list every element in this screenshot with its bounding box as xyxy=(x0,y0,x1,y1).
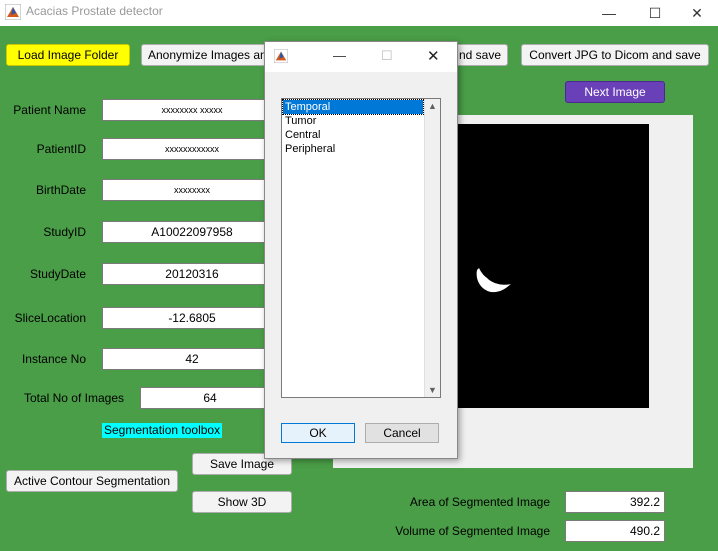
list-item[interactable]: Central xyxy=(283,128,423,142)
scroll-down-icon[interactable]: ▼ xyxy=(428,385,437,395)
maximize-button[interactable]: ☐ xyxy=(632,0,678,26)
form-label: Instance No xyxy=(21,352,86,366)
next-image-button[interactable]: Next Image xyxy=(565,81,665,103)
dialog-minimize-icon[interactable]: — xyxy=(333,48,346,63)
dialog-maximize-icon: ☐ xyxy=(381,48,393,63)
form-label: StudyDate xyxy=(29,267,86,281)
volume-label: Volume of Segmented Image xyxy=(395,524,550,538)
form-label: PatientID xyxy=(36,142,86,156)
ok-button[interactable]: OK xyxy=(281,423,355,443)
instance-no-field[interactable]: 42 xyxy=(102,348,282,370)
form-label: StudyID xyxy=(43,225,86,239)
scroll-up-icon[interactable]: ▲ xyxy=(428,101,437,111)
active-contour-button[interactable]: Active Contour Segmentation xyxy=(6,470,178,492)
form-label: Patient Name xyxy=(13,103,86,117)
minimize-icon: — xyxy=(602,5,616,21)
load-image-folder-button[interactable]: Load Image Folder xyxy=(6,44,130,66)
patient-id-field[interactable]: xxxxxxxxxxxx xyxy=(102,138,282,160)
list-item[interactable]: Tumor xyxy=(283,114,423,128)
form-label: SliceLocation xyxy=(14,311,86,325)
window-title: Acacias Prostate detector xyxy=(26,4,163,18)
area-value-field[interactable]: 392.2 xyxy=(565,491,665,513)
convert-jpg-dicom-button[interactable]: Convert JPG to Dicom and save xyxy=(521,44,709,66)
show-3d-button[interactable]: Show 3D xyxy=(192,491,292,513)
segmentation-mask xyxy=(476,268,511,293)
maximize-icon: ☐ xyxy=(648,4,662,21)
list-item[interactable]: Peripheral xyxy=(283,142,423,156)
patient-name-field[interactable]: xxxxxxxx xxxxx xyxy=(102,99,282,121)
study-date-field[interactable]: 20120316 xyxy=(102,263,282,285)
anonymize-button[interactable]: Anonymize Images an xyxy=(141,44,281,66)
region-select-dialog: — ☐ ✕ Temporal Tumor Central Peripheral … xyxy=(264,41,458,459)
dialog-title-bar: — ☐ ✕ xyxy=(265,42,457,72)
cancel-button[interactable]: Cancel xyxy=(365,423,439,443)
region-listbox[interactable]: Temporal Tumor Central Peripheral ▲ ▼ xyxy=(281,98,441,398)
list-item[interactable]: Temporal xyxy=(282,99,424,115)
form-label: BirthDate xyxy=(35,183,86,197)
area-label: Area of Segmented Image xyxy=(409,495,550,509)
dialog-app-icon xyxy=(273,48,289,66)
close-icon: ✕ xyxy=(691,4,703,21)
birth-date-field[interactable]: xxxxxxxx xyxy=(102,179,282,201)
close-button[interactable]: ✕ xyxy=(676,0,718,26)
listbox-scrollbar[interactable]: ▲ ▼ xyxy=(424,99,440,397)
slice-location-field[interactable]: -12.6805 xyxy=(102,307,282,329)
form-label: Total No of Images xyxy=(23,391,124,405)
title-bar: Acacias Prostate detector — ☐ ✕ xyxy=(0,0,718,26)
segmentation-toolbox-label: Segmentation toolbox xyxy=(102,423,223,438)
total-images-field[interactable]: 64 xyxy=(140,387,280,409)
segmented-image xyxy=(435,124,649,408)
minimize-button[interactable]: — xyxy=(586,0,632,26)
dialog-close-icon[interactable]: ✕ xyxy=(427,47,440,65)
volume-value-field[interactable]: 490.2 xyxy=(565,520,665,542)
app-icon xyxy=(4,3,22,23)
study-id-field[interactable]: A10022097958 xyxy=(102,221,282,243)
